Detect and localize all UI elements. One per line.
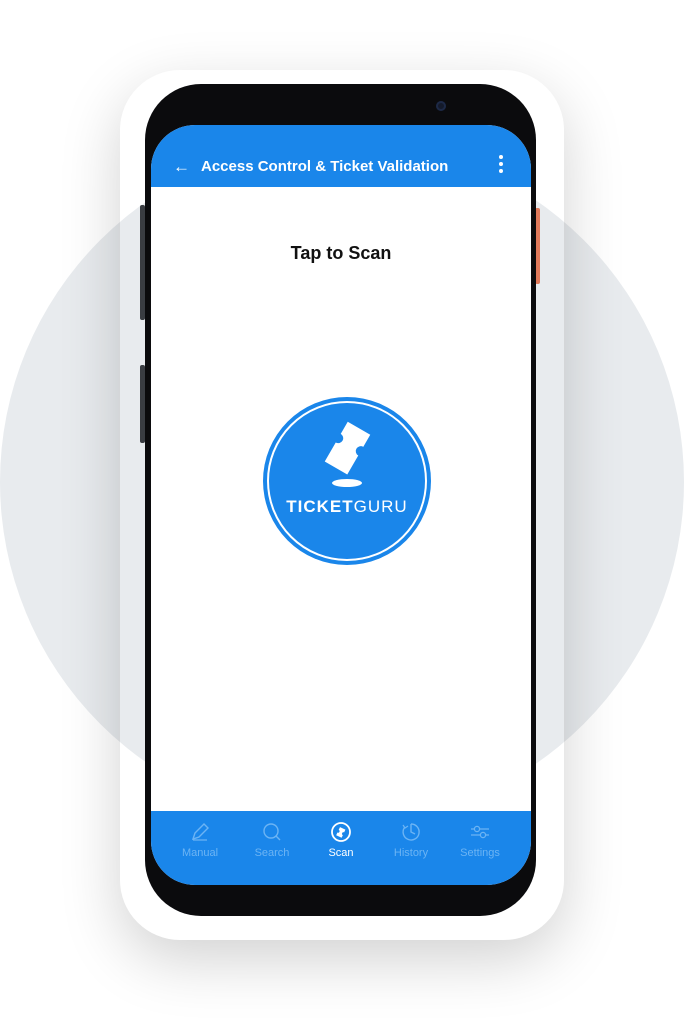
logo-wordmark-light: GURU <box>353 497 408 516</box>
nav-item-manual[interactable]: Manual <box>165 821 235 859</box>
back-arrow-icon[interactable]: ← <box>173 157 190 177</box>
nav-item-search[interactable]: Search <box>237 821 307 859</box>
bottom-navigation: Manual Search Scan History Settings <box>151 811 531 885</box>
nav-item-scan[interactable]: Scan <box>306 821 376 859</box>
nav-item-label: History <box>393 847 429 859</box>
kebab-menu-icon[interactable] <box>498 155 504 179</box>
nav-item-label: Search <box>254 847 290 859</box>
phone-screen: ← Access Control & Ticket Validation Tap… <box>151 125 531 885</box>
history-icon <box>402 823 420 841</box>
scan-logo-button[interactable]: TICKETGURU <box>263 397 431 565</box>
nav-item-label: Settings <box>460 847 500 859</box>
nav-item-history[interactable]: History <box>376 821 446 859</box>
app-bar-title: Access Control & Ticket Validation <box>201 158 449 175</box>
pencil-icon <box>191 823 209 841</box>
search-icon <box>263 823 281 841</box>
tap-to-scan-heading: Tap to Scan <box>290 243 392 263</box>
sliders-icon <box>471 825 489 839</box>
logo-wordmark: TICKETGURU <box>263 497 431 517</box>
ticket-icon <box>324 421 371 487</box>
scan-icon <box>331 822 351 842</box>
nav-item-label: Manual <box>181 847 219 859</box>
nav-item-label: Scan <box>328 847 354 859</box>
nav-item-settings[interactable]: Settings <box>445 821 515 859</box>
app-bar: ← Access Control & Ticket Validation <box>151 125 531 187</box>
logo-wordmark-bold: TICKET <box>286 497 354 516</box>
front-camera <box>436 101 446 111</box>
stage: ← Access Control & Ticket Validation Tap… <box>0 0 684 1024</box>
